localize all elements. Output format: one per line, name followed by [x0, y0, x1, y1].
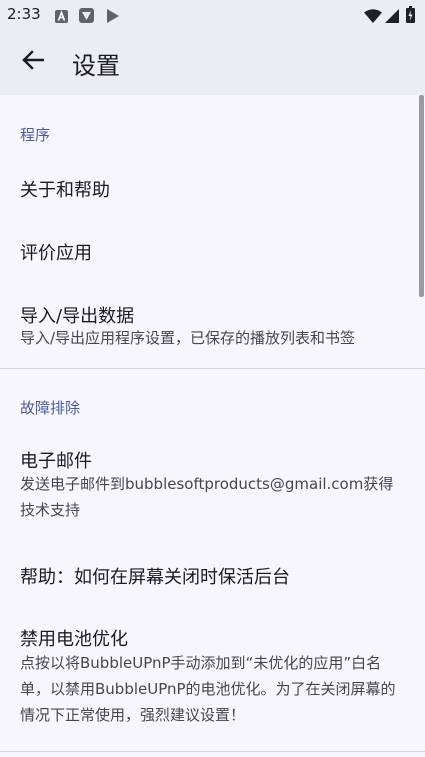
notification-app-icon	[79, 8, 94, 27]
settings-list[interactable]: 程序 关于和帮助 评价应用 导入/导出数据 导入/导出应用程序设置，已保存的播放…	[0, 95, 425, 757]
battery-icon	[406, 6, 415, 27]
pref-title: 关于和帮助	[20, 180, 110, 201]
pref-title: 电子邮件	[20, 451, 92, 472]
status-bar: 2:33	[0, 0, 425, 30]
section-divider	[0, 751, 425, 752]
page-title: 设置	[72, 52, 120, 80]
pref-title: 评价应用	[20, 243, 92, 264]
pref-rate-app[interactable]: 评价应用	[0, 219, 420, 281]
signal-icon	[385, 8, 399, 27]
settings-screen: 2:33 设置 程序 关于和帮助 评价应用 导入/导出数据 导入/导出应用程序设…	[0, 0, 425, 757]
pref-title: 禁用电池优化	[20, 629, 128, 650]
pref-email[interactable]: 电子邮件 发送电子邮件到bubblesoftproducts@gmail.com…	[0, 431, 420, 541]
play-store-icon	[106, 8, 120, 27]
scrollbar[interactable]	[419, 95, 424, 297]
pref-about-help[interactable]: 关于和帮助	[0, 157, 420, 219]
notification-a-icon	[55, 8, 68, 27]
section-header-troubleshooting: 故障排除	[20, 399, 81, 417]
pref-disable-battery-optimization[interactable]: 禁用电池优化 点按以将BubbleUPnP手动添加到“未优化的应用”白名单，以禁…	[0, 611, 420, 751]
arrow-back-icon	[22, 50, 45, 74]
status-time: 2:33	[7, 5, 41, 23]
wifi-icon	[364, 8, 382, 27]
back-button[interactable]	[10, 39, 56, 85]
pref-import-export[interactable]: 导入/导出数据 导入/导出应用程序设置，已保存的播放列表和书签	[0, 281, 420, 367]
pref-summary: 点按以将BubbleUPnP手动添加到“未优化的应用”白名单，以禁用Bubble…	[20, 654, 396, 724]
pref-title: 帮助：如何在屏幕关闭时保活后台	[20, 567, 290, 588]
app-bar: 设置	[0, 30, 425, 95]
section-header-program: 程序	[20, 126, 51, 144]
pref-keep-alive-help[interactable]: 帮助：如何在屏幕关闭时保活后台	[0, 541, 420, 611]
section-divider	[0, 368, 425, 369]
pref-summary: 发送电子邮件到bubblesoftproducts@gmail.com获得技术支…	[20, 475, 394, 519]
pref-summary: 导入/导出应用程序设置，已保存的播放列表和书签	[20, 329, 356, 347]
